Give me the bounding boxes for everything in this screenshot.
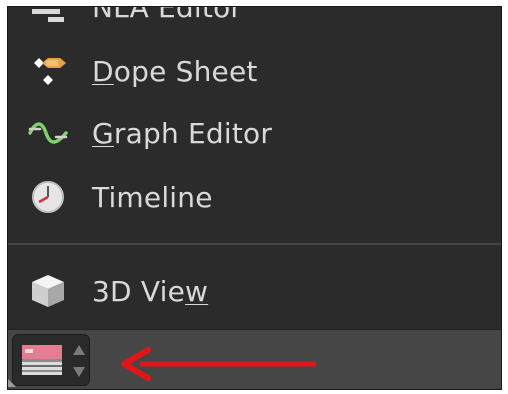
menu-item-label: NLA Editor xyxy=(92,6,243,24)
menu-separator xyxy=(8,243,501,245)
image-editor-icon xyxy=(21,343,67,383)
editor-header-bar xyxy=(8,329,501,389)
timeline-icon xyxy=(26,175,70,219)
dope-sheet-icon xyxy=(26,49,70,93)
menu-item-label: Dope Sheet xyxy=(92,54,258,88)
menu-item-timeline[interactable]: Timeline xyxy=(8,169,501,225)
menu-item-graph-editor[interactable]: Graph Editor xyxy=(8,105,501,161)
editor-type-menu-window: NLA Editor Dope Sheet Graph Editor Timel… xyxy=(7,6,502,390)
menu-item-label: 3D View xyxy=(92,274,209,308)
menu-item-dope-sheet[interactable]: Dope Sheet xyxy=(8,43,501,99)
resize-corner-icon[interactable] xyxy=(8,372,18,389)
nla-editor-icon xyxy=(26,7,70,29)
updown-arrows-icon xyxy=(71,341,87,385)
menu-item-label: Graph Editor xyxy=(92,116,273,150)
editor-type-dropdown: NLA Editor Dope Sheet Graph Editor Timel… xyxy=(8,7,501,329)
menu-item-3d-view[interactable]: 3D View xyxy=(8,263,501,319)
menu-item-label: Timeline xyxy=(92,180,213,214)
red-arrow-pointer xyxy=(118,344,318,388)
menu-item-nla-editor[interactable]: NLA Editor xyxy=(8,6,501,35)
3d-view-icon xyxy=(26,269,70,313)
editor-type-button[interactable] xyxy=(12,334,90,386)
graph-editor-icon xyxy=(26,111,70,155)
